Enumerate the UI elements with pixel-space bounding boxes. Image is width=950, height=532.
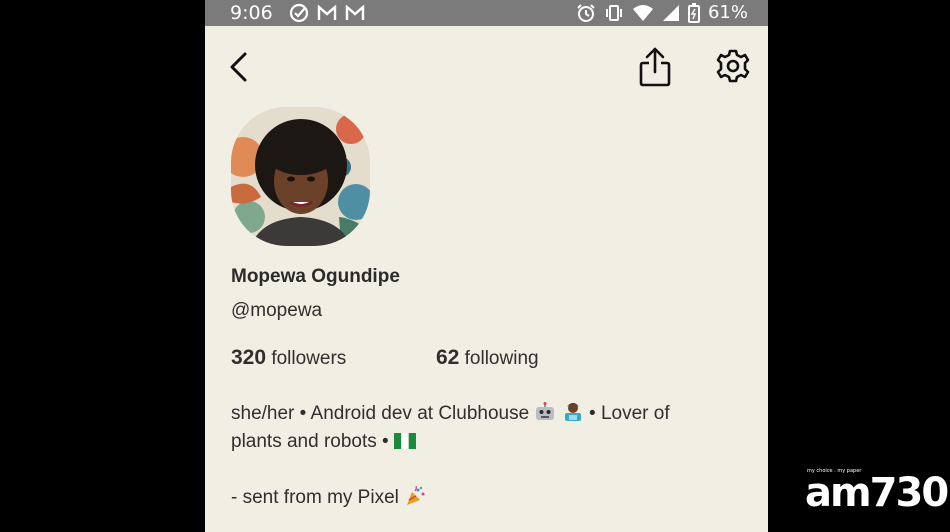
bio-text: she/her • Android dev at Clubhouse [231, 403, 530, 424]
share-icon [639, 47, 671, 87]
bio-spacer [231, 456, 751, 484]
profile-handle: @mopewa [231, 300, 323, 321]
status-time: 9:06 [230, 2, 273, 24]
share-button[interactable] [637, 46, 673, 88]
gear-icon [716, 49, 750, 83]
profile-name: Mopewa Ogundipe [231, 266, 400, 287]
bio-line: she/her • Android dev at Clubhouse • Lov… [231, 400, 751, 428]
settings-button[interactable] [715, 48, 751, 84]
robot-emoji-icon [536, 402, 555, 420]
profile-screen: 9:06 61% Mopewa Ogundipe @mopewa 320 fol… [205, 0, 768, 532]
nigeria-flag-icon [393, 433, 416, 449]
status-bar: 9:06 61% [205, 0, 768, 26]
signal-icon [662, 5, 679, 21]
following-count: 62 [436, 346, 460, 369]
bio-line: plants and robots • [231, 428, 751, 456]
battery-percentage: 61% [707, 2, 748, 23]
followers-label: followers [271, 348, 347, 369]
watermark-logo: am730 [805, 470, 949, 516]
avatar[interactable] [231, 107, 370, 246]
battery-icon [687, 3, 700, 23]
back-button[interactable] [225, 50, 253, 84]
system-icons: 61% [576, 0, 748, 26]
am730-watermark: my choice . my paper am730 [805, 468, 949, 516]
alarm-icon [577, 4, 595, 22]
followers-count: 320 [231, 346, 267, 369]
technologist-emoji-icon [564, 403, 581, 421]
profile-bio: she/her • Android dev at Clubhouse • Lov… [231, 400, 751, 512]
following-label: following [464, 348, 539, 369]
check-circle-icon [289, 3, 309, 23]
bio-text: - sent from my Pixel [231, 487, 399, 508]
party-popper-emoji-icon [407, 486, 425, 505]
bio-text: plants and robots • [231, 431, 389, 452]
wifi-icon [632, 5, 653, 21]
following-stat[interactable]: 62 following [436, 346, 539, 370]
notification-icons [289, 3, 365, 23]
bio-text: • Lover of [589, 403, 670, 424]
back-arrow-icon [230, 52, 247, 82]
vibrate-icon [605, 5, 622, 21]
profile-photo [231, 107, 370, 246]
bio-line: - sent from my Pixel [231, 484, 751, 512]
gmail-icon [317, 5, 337, 20]
followers-stat[interactable]: 320 followers [231, 346, 346, 370]
gmail-icon [345, 5, 365, 20]
